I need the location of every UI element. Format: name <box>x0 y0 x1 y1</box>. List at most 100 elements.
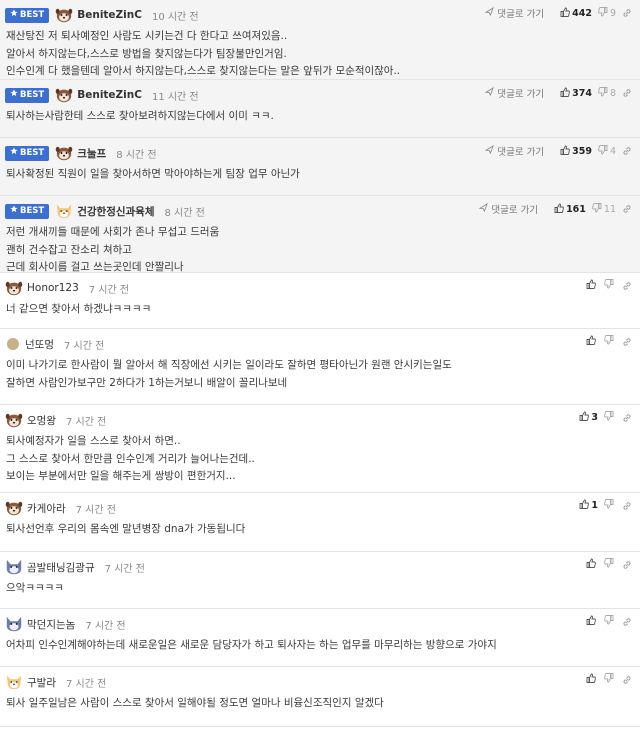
link-icon[interactable] <box>622 204 632 214</box>
downvote-button[interactable] <box>604 615 616 628</box>
avatar[interactable] <box>7 338 19 350</box>
comment-actions <box>580 673 632 686</box>
link-icon[interactable] <box>622 337 632 347</box>
upvote-button[interactable] <box>586 673 598 686</box>
thumbs-down-icon <box>604 499 614 512</box>
link-icon[interactable] <box>622 146 632 156</box>
link-icon[interactable] <box>622 8 632 18</box>
thumbs-down-icon <box>604 335 614 348</box>
link-icon[interactable] <box>622 413 632 423</box>
downvote-button[interactable] <box>604 499 616 512</box>
link-icon[interactable] <box>622 501 632 511</box>
username[interactable]: 구발라 <box>27 675 56 690</box>
avatar[interactable] <box>55 6 77 24</box>
upvote-button[interactable]: 374 <box>560 87 592 100</box>
avatar[interactable] <box>55 202 77 220</box>
thumbs-up-icon <box>579 499 590 512</box>
thumbs-up-icon <box>579 411 590 424</box>
best-label: BEST <box>20 205 45 216</box>
reply-link[interactable]: 댓글로 가기 <box>484 86 544 100</box>
downvote-button[interactable] <box>604 558 616 571</box>
reply-link[interactable]: 댓글로 가기 <box>484 144 544 158</box>
downvote-button[interactable]: 4 <box>598 144 616 158</box>
downvote-button[interactable] <box>604 279 616 292</box>
comment-line: 인수인계 다 했을텐데 알아서 하지않는다,스스로 찾지않는다는 말은 앞뒤가 … <box>6 65 401 77</box>
upvote-count: 161 <box>566 203 586 215</box>
username[interactable]: 곰발태닝김광규 <box>27 560 95 575</box>
upvote-count: 3 <box>591 412 598 423</box>
avatar[interactable] <box>5 615 27 633</box>
comment-actions: 댓글로 가기 374 8 <box>484 86 632 100</box>
upvote-button[interactable] <box>586 558 598 571</box>
link-icon[interactable] <box>622 675 632 685</box>
username[interactable]: BeniteZinC <box>77 89 142 101</box>
avatar[interactable] <box>55 144 77 162</box>
upvote-button[interactable]: 1 <box>579 499 598 512</box>
upvote-button[interactable]: 359 <box>560 145 592 158</box>
thumbs-down-icon <box>604 411 614 424</box>
avatar[interactable] <box>5 673 27 691</box>
best-label: BEST <box>20 9 45 20</box>
avatar[interactable] <box>55 86 77 104</box>
username[interactable]: 크눌프 <box>77 146 106 161</box>
username[interactable]: Honor123 <box>27 282 79 294</box>
comment-line: 재산탕진 저 퇴사예정인 사람도 시키는건 다 한다고 쓰여져있음.. <box>6 30 288 42</box>
avatar[interactable] <box>5 279 27 297</box>
best-badge: BEST <box>5 87 50 103</box>
best-label: BEST <box>20 89 45 100</box>
comment-actions <box>580 335 632 348</box>
downvote-button[interactable]: 11 <box>592 202 616 216</box>
comment-line: 괜히 건수잡고 잔소리 쳐하고 <box>6 243 132 256</box>
timestamp: 10 시간 전 <box>151 11 199 23</box>
timestamp: 7 시간 전 <box>65 416 107 428</box>
comment-body: 퇴사확정된 직원이 일을 찾아서하면 막아야하는게 팀장 업무 아닌가 <box>5 164 632 184</box>
upvote-button[interactable] <box>586 615 598 628</box>
comment-line: 이미 나가기로 한사람이 뭘 알아서 해 직장에선 시키는 일이라도 잘하면 평… <box>6 359 452 371</box>
upvote-button[interactable]: 161 <box>554 203 586 216</box>
comment-body: 퇴사 일주일남은 사람이 스스로 찾아서 일해야될 정도면 얼마나 비융신조직인… <box>5 693 632 713</box>
upvote-button[interactable]: 442 <box>560 7 592 20</box>
comment-body: 퇴사하는사람한테 스스로 찾아보려하지않는다에서 이미 ㅋㅋ. <box>5 106 632 126</box>
avatar[interactable] <box>5 499 27 517</box>
downvote-count: 4 <box>609 145 616 157</box>
downvote-button[interactable] <box>604 411 616 424</box>
reply-link[interactable]: 댓글로 가기 <box>478 202 539 216</box>
comment-actions: 3 <box>573 411 632 424</box>
reply-link[interactable]: 댓글로 가기 <box>484 6 544 20</box>
downvote-button[interactable] <box>604 673 616 686</box>
downvote-count: 8 <box>609 87 616 99</box>
comment-line: 어차피 인수인계해야하는데 새로운일은 새로운 담당자가 하고 퇴사자는 하는 … <box>6 639 497 651</box>
downvote-button[interactable] <box>604 335 616 348</box>
thumbs-up-icon <box>586 615 596 628</box>
link-icon[interactable] <box>622 88 632 98</box>
upvote-button[interactable] <box>586 335 598 348</box>
username[interactable]: 오멍왕 <box>27 413 56 428</box>
username[interactable]: 막던지는놈 <box>27 617 75 632</box>
upvote-button[interactable]: 3 <box>579 411 598 424</box>
username[interactable]: 건강한정신과육체 <box>77 204 154 219</box>
username[interactable]: BeniteZinC <box>77 9 142 21</box>
downvote-button[interactable]: 8 <box>598 86 616 100</box>
comment-header: 곰발태닝김광규 7 시간 전 <box>5 556 632 578</box>
link-icon[interactable] <box>622 560 632 570</box>
link-icon[interactable] <box>622 617 632 627</box>
comment-body: 어차피 인수인계해야하는데 새로운일은 새로운 담당자가 하고 퇴사자는 하는 … <box>5 635 632 655</box>
upvote-button[interactable] <box>586 279 598 292</box>
link-icon[interactable] <box>622 281 632 291</box>
comment-line: 저런 개새끼들 때문에 사회가 존나 무섭고 드러움 <box>6 226 220 238</box>
comment-header: 카게아라 7 시간 전 1 <box>5 497 632 519</box>
reply-label: 댓글로 가기 <box>491 205 539 216</box>
username[interactable]: 넌또멍 <box>25 337 54 352</box>
thumbs-down-icon <box>598 6 608 20</box>
comment: 넌또멍 7 시간 전 이미 나가기로 한사람이 뭘 알아서 해 직장에선 시키는 일… <box>0 329 640 405</box>
avatar[interactable] <box>5 558 27 576</box>
downvote-button[interactable]: 9 <box>598 6 616 20</box>
comment-body: 저런 개새끼들 때문에 사회가 존나 무섭고 드러움괜히 건수잡고 잔소리 쳐하… <box>5 222 632 277</box>
username[interactable]: 카게아라 <box>27 501 66 516</box>
comment: 오멍왕 7 시간 전 3 퇴사예정자가 일을 스스로 찾아서 하면.. 그 스스로 찾아… <box>0 405 640 493</box>
upvote-count: 442 <box>572 7 592 19</box>
star-icon <box>10 88 18 103</box>
avatar[interactable] <box>5 411 27 429</box>
best-comment: BEST BeniteZinC 11 시간 전 댓글로 가기 374 8 퇴사하는사람한테 … <box>0 80 640 138</box>
timestamp: 7 시간 전 <box>85 620 126 632</box>
